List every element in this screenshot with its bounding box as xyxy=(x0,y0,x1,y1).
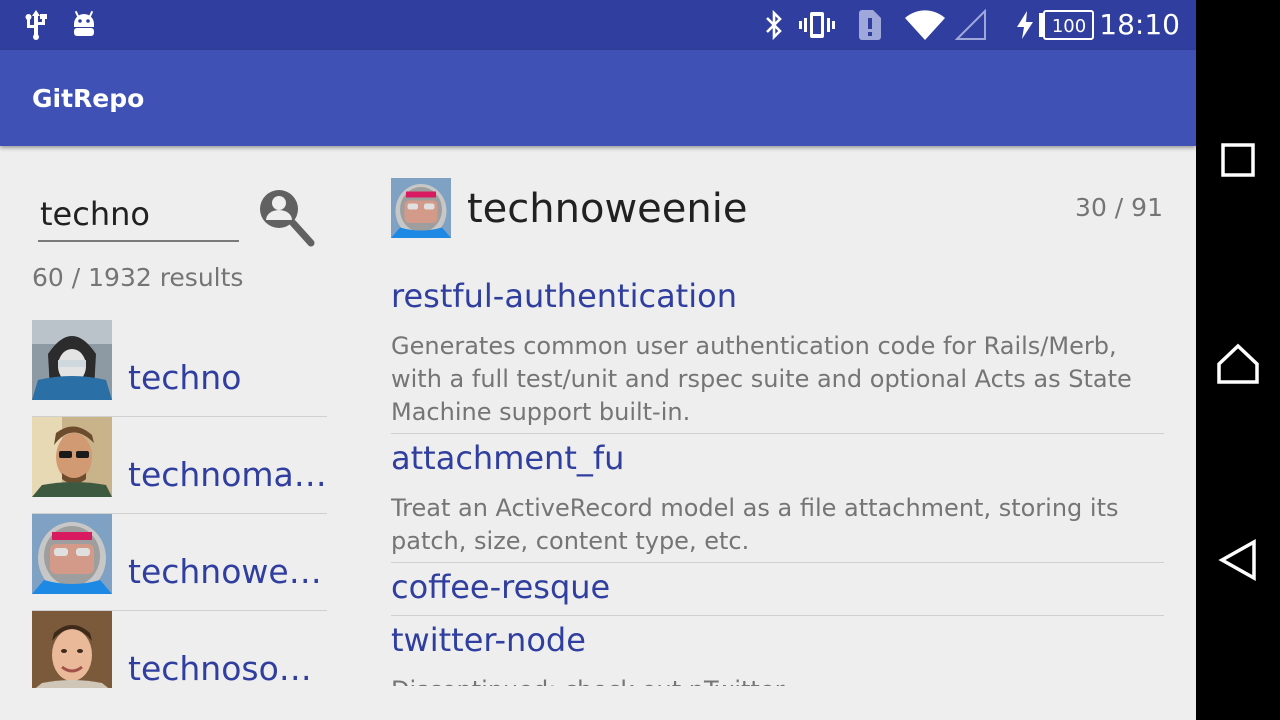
repo-list-item[interactable]: attachment_fu Treat an ActiveRecord mode… xyxy=(391,434,1164,563)
repo-name: restful-authentication xyxy=(391,277,737,315)
user-login: technosophos xyxy=(128,649,327,688)
repo-count: 30 / 91 xyxy=(1075,193,1163,222)
home-button[interactable] xyxy=(1196,314,1280,414)
back-button[interactable] xyxy=(1196,510,1280,610)
repo-description: Treat an ActiveRecord model as a file at… xyxy=(391,494,1119,555)
app-title: GitRepo xyxy=(32,84,145,113)
repo-list-item[interactable]: twitter-node Discontinued: check out nTw… xyxy=(391,616,1164,686)
repo-list-item[interactable]: restful-authentication Generates common … xyxy=(391,272,1164,434)
repo-name: attachment_fu xyxy=(391,439,625,477)
user-list-item[interactable]: technoweenie xyxy=(32,514,327,611)
search-input[interactable] xyxy=(38,188,239,242)
status-clock: 18:10 xyxy=(1099,8,1180,41)
repo-list-item[interactable]: coffee-resque xyxy=(391,563,1164,616)
recents-icon xyxy=(1221,143,1255,177)
detail-user-login: technoweenie xyxy=(467,186,748,232)
home-icon xyxy=(1217,343,1259,384)
user-avatar xyxy=(32,417,112,497)
bluetooth-icon xyxy=(762,9,786,41)
recents-button[interactable] xyxy=(1196,110,1280,210)
vibrate-icon xyxy=(798,9,836,41)
repo-name: coffee-resque xyxy=(391,568,611,606)
result-count: 60 / 1932 results xyxy=(32,263,244,292)
navigation-bar xyxy=(1196,0,1280,720)
battery-level: 100 xyxy=(1052,16,1086,37)
repo-description: Discontinued: check out nTwitter xyxy=(391,674,1164,686)
user-avatar xyxy=(32,320,112,400)
user-login: technomancy xyxy=(128,455,327,494)
repo-list: restful-authentication Generates common … xyxy=(391,272,1164,686)
user-list-item[interactable]: techno xyxy=(32,320,327,417)
user-login: technoweenie xyxy=(128,552,327,591)
cell-signal-icon xyxy=(954,9,988,41)
detail-user-avatar xyxy=(391,178,451,238)
user-avatar xyxy=(32,514,112,594)
status-bar: 100 18:10 xyxy=(0,0,1196,50)
repo-name: twitter-node xyxy=(391,621,586,659)
battery-icon: 100 xyxy=(1038,9,1096,41)
app-bar: GitRepo xyxy=(0,50,1196,146)
app-screen: 100 18:10 GitRepo 60 / 1932 results xyxy=(0,0,1196,720)
android-debug-icon xyxy=(70,9,98,41)
user-avatar xyxy=(32,611,112,688)
usb-icon xyxy=(22,9,50,41)
repo-description: Generates common user authentication cod… xyxy=(391,332,1132,426)
user-list-item[interactable]: technosophos xyxy=(32,611,327,688)
user-list-item[interactable]: technomancy xyxy=(32,417,327,514)
user-list: techno technomancy xyxy=(32,320,327,688)
user-login: techno xyxy=(128,358,242,397)
charging-icon xyxy=(1014,9,1036,41)
back-icon xyxy=(1218,539,1256,581)
search-button[interactable] xyxy=(252,184,320,252)
wifi-icon xyxy=(904,9,946,41)
search-user-icon xyxy=(260,190,315,247)
sim-alert-icon xyxy=(856,9,884,41)
